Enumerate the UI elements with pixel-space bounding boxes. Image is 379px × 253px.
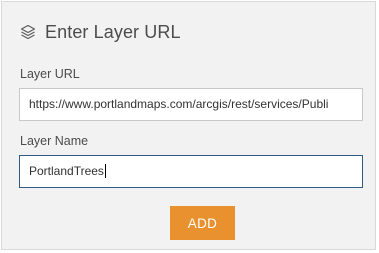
- layer-url-value: https://www.portlandmaps.com/arcgis/rest…: [29, 97, 329, 111]
- layer-url-label: Layer URL: [20, 67, 80, 81]
- layer-url-input[interactable]: https://www.portlandmaps.com/arcgis/rest…: [19, 88, 363, 121]
- layers-icon: [20, 24, 36, 40]
- layer-name-input[interactable]: PortlandTrees: [19, 155, 363, 188]
- add-button[interactable]: ADD: [170, 206, 235, 240]
- add-layer-panel: Enter Layer URL Layer URL https://www.po…: [1, 1, 376, 250]
- text-caret: [104, 163, 106, 178]
- layer-name-label: Layer Name: [20, 134, 89, 148]
- layer-name-value: PortlandTrees: [29, 164, 104, 178]
- panel-header: Enter Layer URL: [20, 19, 181, 45]
- panel-title: Enter Layer URL: [45, 21, 181, 42]
